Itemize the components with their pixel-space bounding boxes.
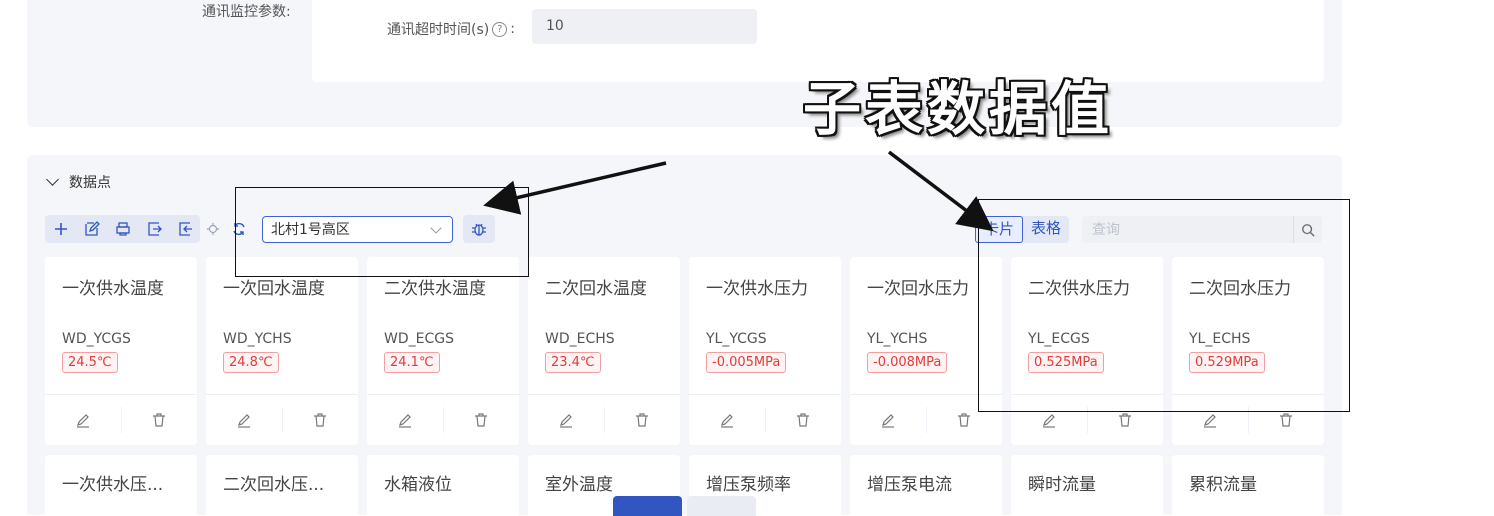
- arrow-left: [483, 161, 667, 215]
- annotation-arrows: [483, 150, 994, 232]
- arrow-right: [887, 150, 994, 232]
